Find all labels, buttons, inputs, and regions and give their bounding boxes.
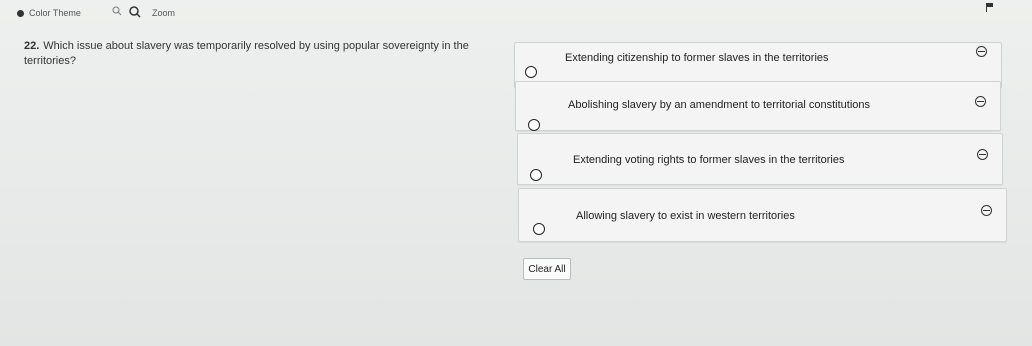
eliminate-option-icon[interactable] — [977, 149, 988, 160]
test-page: Color Theme Zoom 22. Which issue about sl… — [0, 0, 1032, 346]
option-label: Abolishing slavery by an amendment to te… — [568, 99, 871, 111]
clear-all-button[interactable]: Clear All — [523, 258, 571, 280]
color-theme-icon — [17, 9, 24, 17]
question-stem: Which issue about slavery was temporaril… — [24, 40, 469, 67]
radio-button[interactable] — [525, 66, 537, 78]
toolbar: Color Theme Zoom — [0, 0, 1032, 30]
zoom-in-icon — [129, 6, 141, 18]
answer-option-d[interactable]: Allowing slavery to exist in western ter… — [518, 188, 1007, 242]
zoom-out-button[interactable] — [112, 6, 122, 17]
flag-icon[interactable] — [986, 3, 994, 12]
radio-button[interactable] — [530, 169, 542, 181]
zoom-out-icon — [112, 6, 122, 16]
eliminate-option-icon[interactable] — [976, 46, 987, 57]
zoom-label: Zoom — [152, 8, 176, 18]
question-text: 22. Which issue about slavery was tempora… — [24, 39, 494, 69]
answer-option-c[interactable]: Extending voting rights to former slaves… — [517, 133, 1003, 185]
eliminate-option-icon[interactable] — [975, 96, 986, 107]
color-theme-button[interactable]: Color Theme — [17, 8, 81, 18]
option-label: Extending voting rights to former slaves… — [573, 154, 845, 166]
question-number: 22. — [24, 40, 40, 52]
eliminate-option-icon[interactable] — [981, 205, 992, 216]
radio-button[interactable] — [533, 223, 545, 235]
radio-button[interactable] — [528, 119, 540, 131]
answer-option-b[interactable]: Abolishing slavery by an amendment to te… — [515, 81, 1001, 131]
option-label: Extending citizenship to former slaves i… — [565, 52, 829, 64]
color-theme-label: Color Theme — [29, 8, 81, 18]
zoom-in-button[interactable] — [129, 6, 141, 18]
option-label: Allowing slavery to exist in western ter… — [576, 210, 795, 222]
